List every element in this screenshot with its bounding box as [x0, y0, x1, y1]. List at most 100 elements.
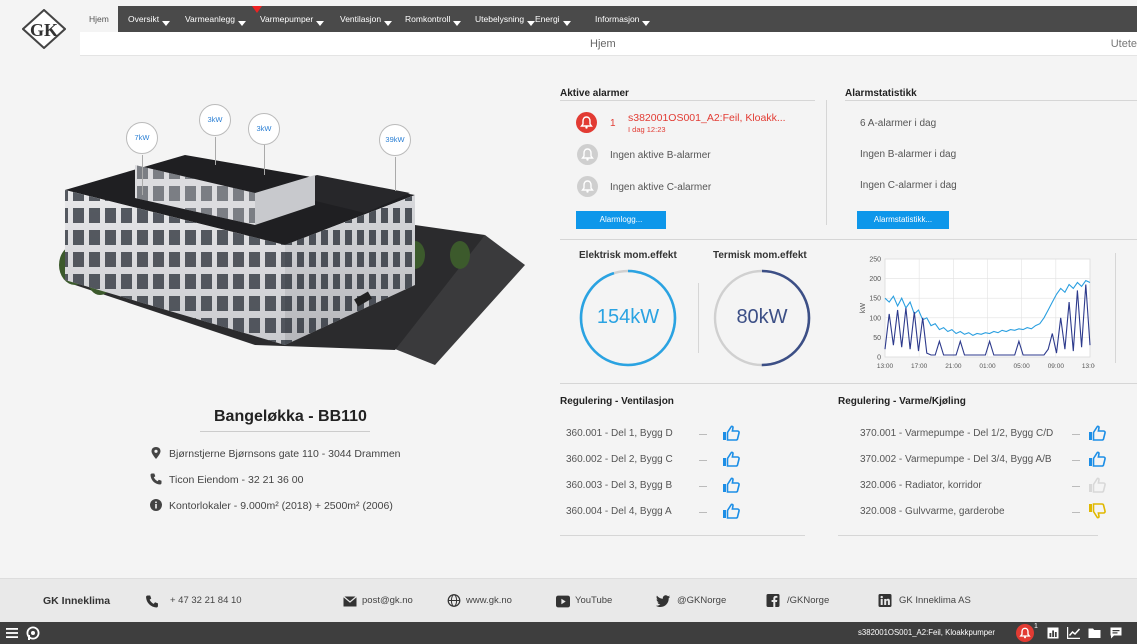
nav-item-utebelysning[interactable]: Utebelysning [475, 6, 536, 32]
divider [838, 535, 1098, 536]
nav-item-hjem[interactable]: Hjem [80, 6, 118, 32]
power-bubble-2[interactable]: 3kW [199, 104, 231, 136]
power-chart[interactable]: 0 50 100 150 200 250 13:00 17:00 21:00 01:00 05:00… [845, 253, 1095, 373]
reg-ventilation-title: Regulering - Ventilasjon [560, 396, 674, 407]
reg-vent-row-3[interactable]: 360.003 - Del 3, Bygg B [566, 480, 672, 491]
folder-icon[interactable] [1088, 627, 1101, 639]
page-subbar: Hjem Utete [80, 32, 1137, 56]
reg-vent-row-2[interactable]: 360.002 - Del 2, Bygg C [566, 454, 673, 465]
globe-icon [447, 594, 461, 607]
reg-vent-row-4[interactable]: 360.004 - Del 4, Bygg A [566, 506, 672, 517]
bubble-stem [142, 155, 143, 195]
report-icon[interactable] [1047, 627, 1059, 639]
site-address-row: Bjørnstjerne Bjørnsons gate 110 - 3044 D… [150, 447, 401, 460]
chevron-down-icon [384, 21, 393, 26]
nav-item-ventilasjon[interactable]: Ventilasjon [340, 6, 393, 32]
thumbs-up-icon[interactable] [722, 451, 740, 467]
power-bubble-1[interactable]: 7kW [126, 122, 158, 154]
footer-youtube[interactable]: YouTube [575, 595, 612, 606]
reg-heat-row-3[interactable]: 320.006 - Radiator, korridor [860, 480, 982, 491]
chevron-down-icon [642, 21, 651, 26]
site-info: Kontorlokaler - 9.000m² (2018) + 2500m² … [169, 500, 393, 512]
footer-twitter[interactable]: @GKNorge [677, 595, 726, 606]
alarm-a-time: I dag 12:23 [628, 125, 666, 134]
reg-dash [1072, 512, 1080, 513]
stat-b-alarms: Ingen B-alarmer i dag [860, 149, 957, 160]
home-app-icon[interactable] [26, 626, 40, 640]
bubble-stem [215, 137, 216, 165]
divider [698, 283, 699, 353]
reg-heating-title: Regulering - Varme/Kjøling [838, 396, 966, 407]
chat-icon[interactable] [1110, 627, 1122, 639]
site-phone-row: Ticon Eiendom - 32 21 36 00 [150, 473, 304, 486]
nav-item-energi[interactable]: Energi [535, 6, 571, 32]
bell-icon [581, 180, 594, 193]
footer-phone[interactable]: + 47 32 21 84 10 [170, 595, 242, 606]
divider [560, 100, 815, 101]
divider [560, 383, 1137, 384]
bubble-stem [395, 157, 396, 191]
chevron-down-icon [527, 21, 536, 26]
bell-icon [581, 148, 594, 161]
divider [560, 535, 805, 536]
thumbs-up-icon[interactable] [722, 503, 740, 519]
thumbs-up-icon[interactable] [1088, 425, 1106, 441]
reg-heat-row-4[interactable]: 320.008 - Gulvvarme, garderobe [860, 506, 1005, 517]
bottom-taskbar: s382001OS001_A2:Feil, Kloakkpumper 1 [0, 622, 1137, 644]
nav-item-varmepumper[interactable]: Varmepumper [260, 6, 325, 32]
chart-x-tick-label: 17:00 [911, 363, 928, 370]
alarm-log-button[interactable]: Alarmlogg... [576, 211, 666, 229]
menu-icon[interactable] [6, 627, 18, 639]
thumbs-up-icon[interactable] [1088, 451, 1106, 467]
chart-y-tick-label: 0 [877, 355, 881, 362]
alarm-a-message[interactable]: s382001OS001_A2:Feil, Kloakk... [628, 112, 786, 124]
chart-x-tick-label: 13:00 [877, 363, 894, 370]
alarm-stats-button[interactable]: Alarmstatistikk... [857, 211, 949, 229]
nav-item-informasjon[interactable]: Informasjon [595, 6, 651, 32]
electric-power-value: 154kW [596, 306, 660, 328]
chevron-down-icon [162, 21, 171, 26]
reg-dash [1072, 434, 1080, 435]
taskbar-alarm-indicator[interactable] [1016, 624, 1034, 642]
gk-logo[interactable]: GK [22, 9, 66, 49]
footer: GK Inneklima + 47 32 21 84 10 post@gk.no… [0, 578, 1137, 622]
chevron-down-icon [453, 21, 462, 26]
thumbs-up-inactive-icon[interactable] [1088, 477, 1106, 493]
nav-item-varmeanlegg[interactable]: Varmeanlegg [185, 6, 246, 32]
alarm-a-indicator[interactable] [576, 112, 597, 133]
site-phone: Ticon Eiendom - 32 21 36 00 [169, 474, 304, 486]
chart-x-tick-label: 21:00 [945, 363, 962, 370]
footer-linkedin[interactable]: GK Inneklima AS [899, 595, 971, 606]
reg-heat-row-2[interactable]: 370.002 - Varmepumpe - Del 3/4, Bygg A/B [860, 454, 1052, 465]
chart-y-tick-label: 250 [869, 257, 881, 264]
thermal-power-title: Termisk mom.effekt [713, 250, 807, 261]
reg-dash [1072, 486, 1080, 487]
site-title: Bangeløkka - BB110 [214, 408, 367, 425]
alarm-b-message: Ingen aktive B-alarmer [610, 150, 711, 161]
facebook-icon [766, 594, 780, 607]
reg-vent-row-1[interactable]: 360.001 - Del 1, Bygg D [566, 428, 673, 439]
reg-heat-row-1[interactable]: 370.001 - Varmepumpe - Del 1/2, Bygg C/D [860, 428, 1053, 439]
main-nav: Hjem Oversikt Varmeanlegg Varmepumper Ve… [80, 6, 1137, 32]
footer-email[interactable]: post@gk.no [362, 595, 413, 606]
page-title: Hjem [590, 38, 616, 50]
nav-item-romkontroll[interactable]: Romkontroll [405, 6, 462, 32]
logo-text: GK [30, 20, 58, 40]
thumbs-down-icon[interactable] [1088, 503, 1106, 519]
chart-x-tick-label: 09:00 [1048, 363, 1065, 370]
thumbs-up-icon[interactable] [722, 477, 740, 493]
top-bar: GK Hjem Oversikt Varmeanlegg Varmepumper… [0, 0, 1137, 60]
trend-chart-icon[interactable] [1067, 627, 1080, 639]
power-bubble-4[interactable]: 39kW [379, 124, 411, 156]
thermal-power-value: 80kW [736, 306, 788, 328]
nav-item-oversikt[interactable]: Oversikt [128, 6, 171, 32]
thumbs-up-icon[interactable] [722, 425, 740, 441]
power-bubble-3[interactable]: 3kW [248, 113, 280, 145]
linkedin-icon [878, 594, 892, 607]
taskbar-alarm-text[interactable]: s382001OS001_A2:Feil, Kloakkpumper [858, 628, 995, 637]
footer-website[interactable]: www.gk.no [466, 595, 512, 606]
chart-y-tick-label: 100 [869, 315, 881, 322]
footer-facebook[interactable]: /GKNorge [787, 595, 829, 606]
bell-icon [580, 116, 593, 129]
divider [845, 100, 1137, 101]
